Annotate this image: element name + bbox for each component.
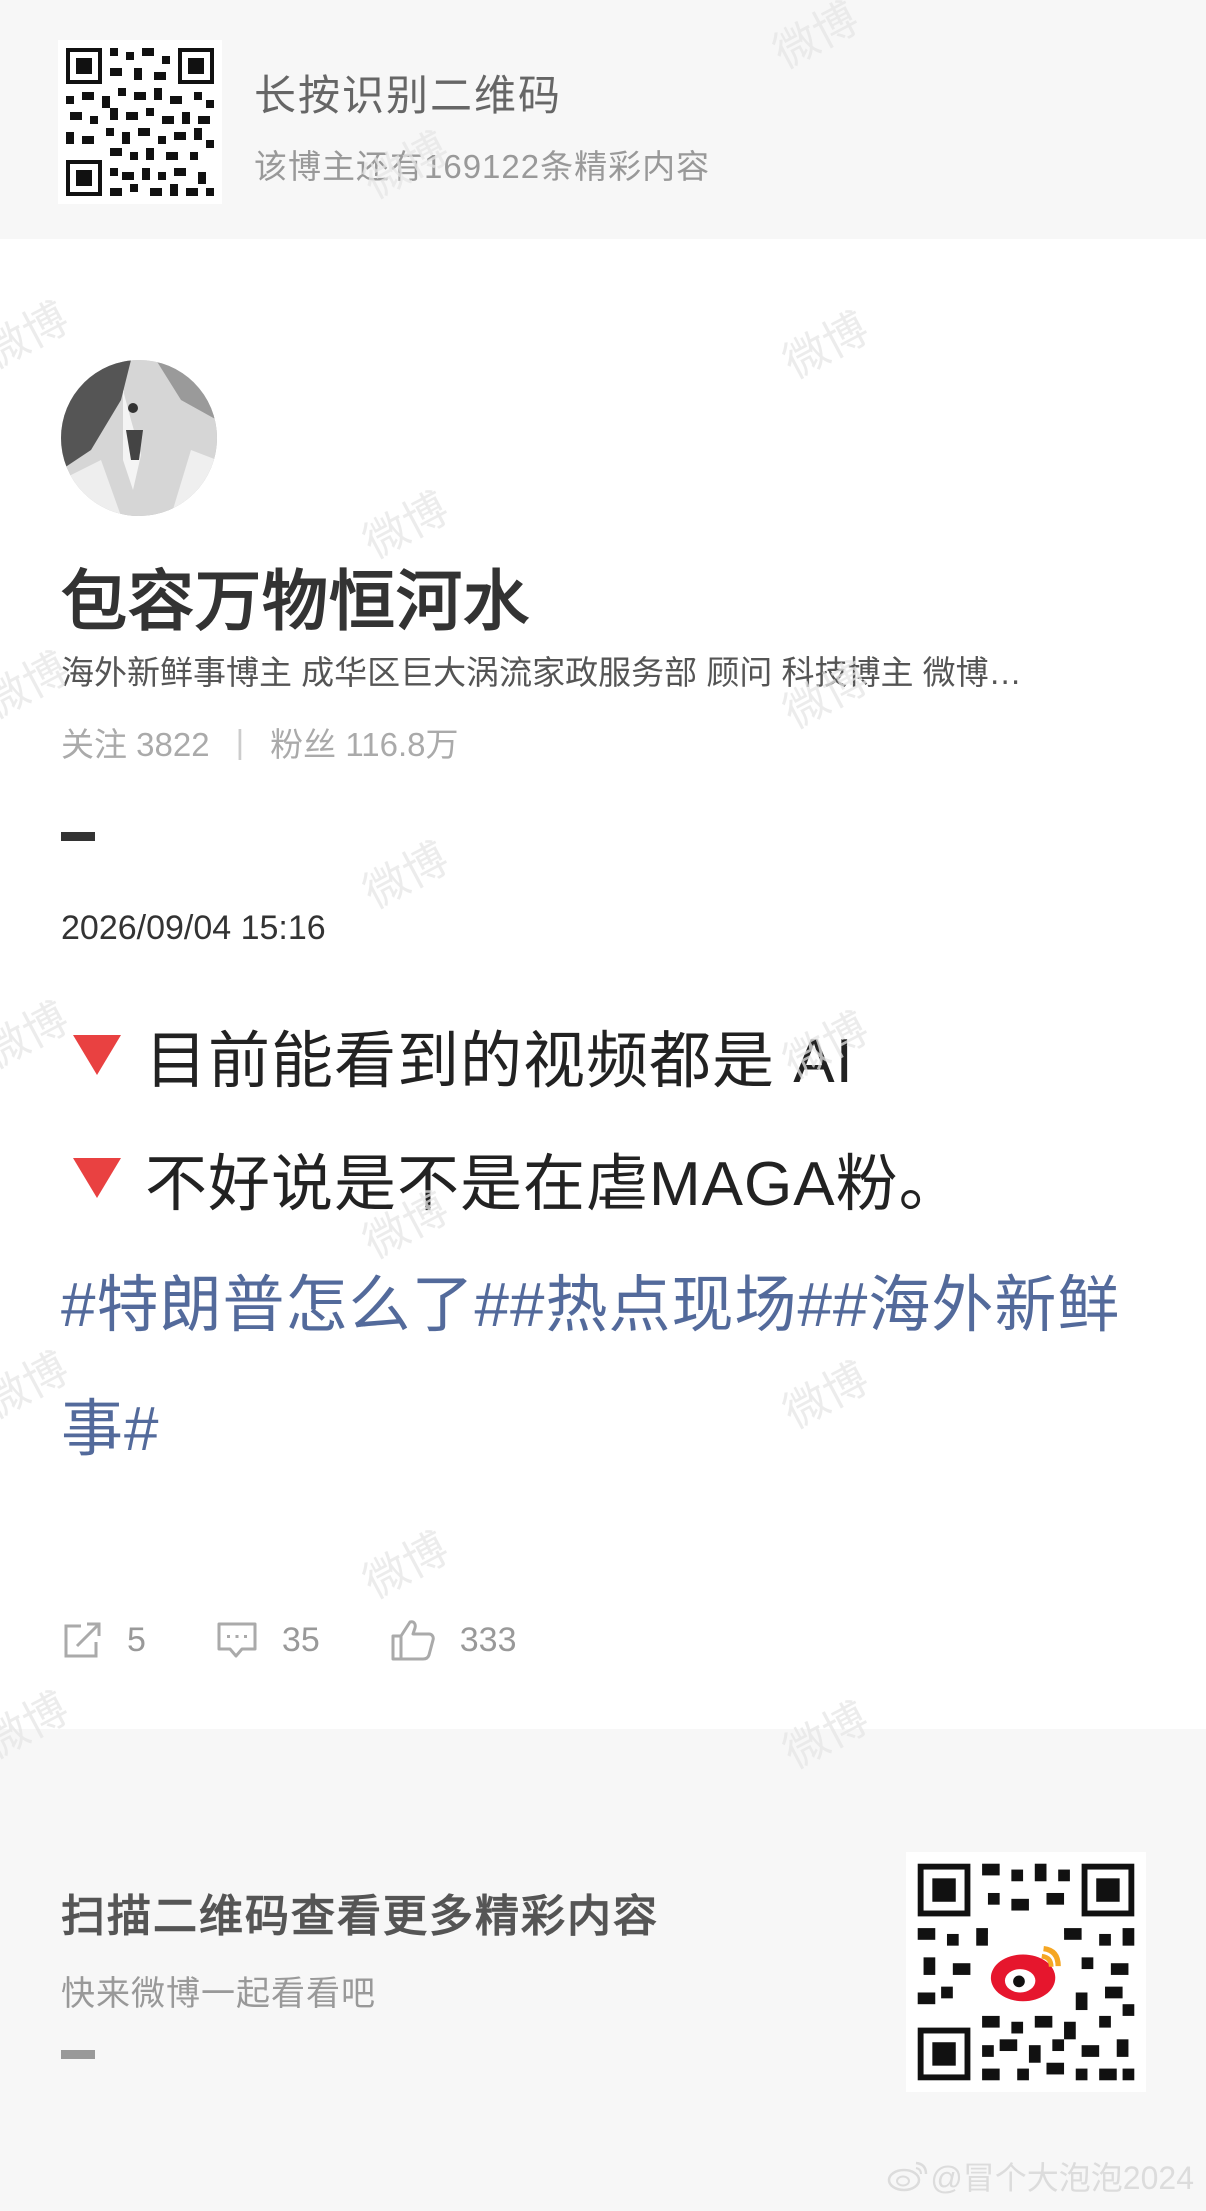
- profile-description: 海外新鲜事博主 成华区巨大涡流家政服务部 顾问 科技博主 微博…: [61, 654, 1022, 691]
- avatar-image-icon: [61, 360, 217, 516]
- stats-divider: |: [235, 723, 245, 760]
- footer-watermark: @冒个大泡泡2024: [886, 2153, 1194, 2199]
- watermark: 微博: [775, 302, 877, 390]
- watermark: 微博: [355, 832, 457, 920]
- watermark: 微博: [355, 1522, 457, 1610]
- post-timestamp: 2026/09/04 15:16: [61, 909, 326, 947]
- followers-count[interactable]: 粉丝 116.8万: [270, 718, 458, 766]
- scan-title: 扫描二维码查看更多精彩内容: [61, 1892, 659, 1941]
- weibo-logo-icon: [888, 2161, 928, 2192]
- qr-code-icon: [58, 40, 222, 204]
- comment-count: 35: [281, 1620, 320, 1659]
- red-triangle-icon: [73, 1035, 121, 1075]
- top-banner: 长按识别二维码 该博主还有169122条精彩内容: [0, 0, 1206, 239]
- following-count[interactable]: 关注 3822: [61, 718, 210, 766]
- qr-code-large[interactable]: [906, 1852, 1146, 2092]
- like-count: 333: [459, 1620, 517, 1659]
- repost-button[interactable]: 5: [61, 1620, 146, 1660]
- comment-button[interactable]: 35: [216, 1620, 320, 1660]
- qr-code-small[interactable]: [58, 40, 222, 204]
- post-hashtags[interactable]: #特朗普怎么了##热点现场##海外新鲜事#: [61, 1244, 1151, 1492]
- like-button[interactable]: 333: [390, 1618, 517, 1662]
- comment-icon: [217, 1622, 257, 1658]
- repost-count: 5: [127, 1620, 146, 1659]
- scan-subtitle: 快来微博一起看看吧: [61, 1975, 376, 2013]
- profile-name[interactable]: 包容万物恒河水: [61, 548, 530, 644]
- bottom-divider: [61, 2050, 95, 2059]
- repost-icon: [64, 1622, 101, 1658]
- weibo-qr-code-icon: [906, 1852, 1146, 2092]
- thumbs-up-icon: [391, 1620, 435, 1661]
- post-actions: 5 35 333: [61, 1618, 586, 1662]
- post-line-text: 目前能看到的视频都是 AI: [145, 1027, 854, 1096]
- footer-username: @冒个大泡泡2024: [930, 2160, 1194, 2196]
- red-triangle-icon: [73, 1158, 121, 1198]
- banner-title: 长按识别二维码: [254, 72, 563, 119]
- profile-stats: 关注 3822 | 粉丝 116.8万: [61, 718, 458, 766]
- watermark: 微博: [0, 292, 77, 380]
- post-line: 目前能看到的视频都是 AI: [61, 1010, 854, 1100]
- post-line-text: 不好说是不是在虐MAGA粉。: [145, 1150, 962, 1219]
- post-line: 不好说是不是在虐MAGA粉。: [61, 1133, 962, 1223]
- section-divider: [61, 832, 95, 841]
- avatar[interactable]: [61, 360, 217, 516]
- banner-subtitle: 该博主还有169122条精彩内容: [254, 148, 711, 185]
